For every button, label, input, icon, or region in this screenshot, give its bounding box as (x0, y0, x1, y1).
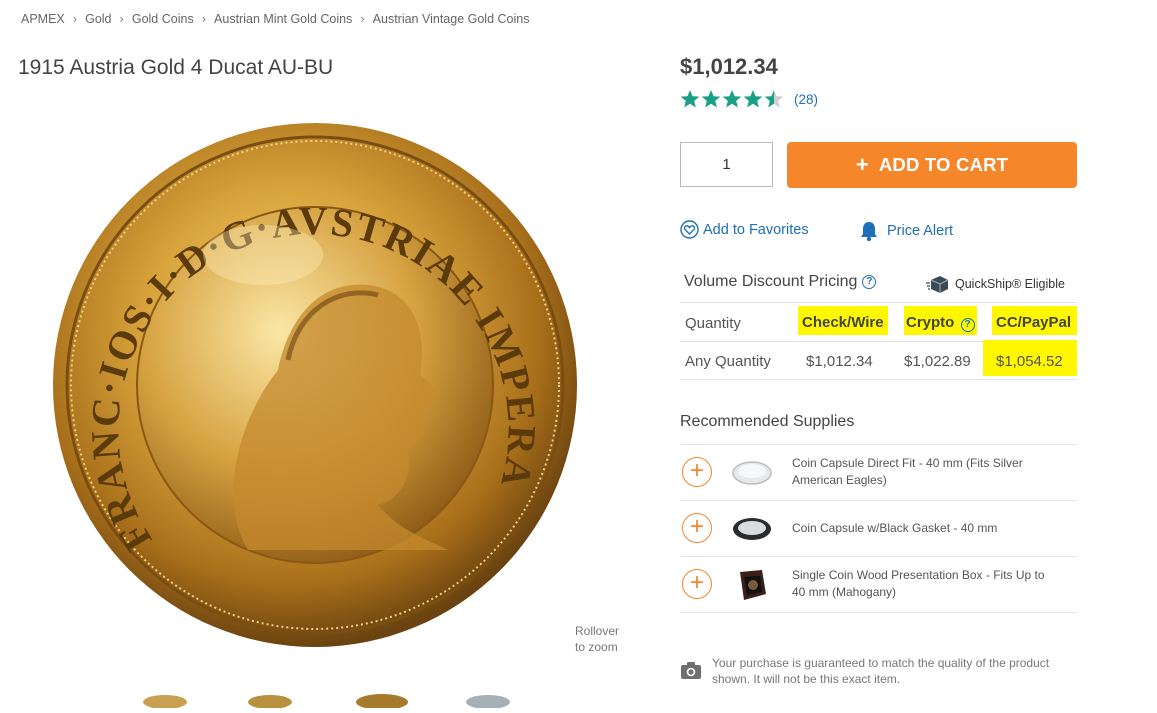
wood-box-thumbnail (740, 570, 766, 600)
help-icon[interactable]: ? (862, 275, 877, 289)
product-image[interactable]: FRANC·IOS·I·D·G·AVSTRIAE IMPERATOR (31, 84, 583, 655)
price-alert-link[interactable]: Price Alert (859, 220, 953, 242)
star-rating-icon (680, 90, 784, 108)
black-gasket-capsule-thumbnail (733, 518, 771, 540)
supply-name[interactable]: Coin Capsule Direct Fit - 40 mm (Fits Si… (792, 455, 1052, 489)
row-any-quantity: Any Quantity (685, 353, 771, 370)
thumbnail-strip[interactable] (120, 688, 540, 710)
chevron-right-icon: › (360, 11, 365, 26)
quickship-box-icon (926, 276, 949, 293)
supply-item: + Coin Capsule w/Black Gasket - 40 mm (680, 501, 1077, 556)
coin-capsule-thumbnail (732, 461, 772, 485)
breadcrumb-apmex[interactable]: APMEX (21, 12, 65, 26)
col-header-check-wire: Check/Wire (795, 306, 891, 337)
supply-item: + Coin Capsule Direct Fit - 40 mm (Fits … (680, 445, 1077, 500)
quantity-input[interactable]: 1 (680, 142, 773, 187)
guarantee-text: Your purchase is guaranteed to match the… (712, 656, 1050, 686)
product-title: 1915 Austria Gold 4 Ducat AU-BU (18, 56, 334, 79)
review-count-link[interactable]: (28) (794, 92, 818, 107)
breadcrumb-gold[interactable]: Gold (85, 12, 111, 26)
chevron-right-icon: › (201, 11, 207, 26)
rating[interactable]: (28) (680, 88, 818, 110)
breadcrumb-gold-coins[interactable]: Gold Coins (132, 12, 194, 26)
product-price: $1,012.34 (680, 54, 778, 79)
breadcrumb-austrian-vintage[interactable]: Austrian Vintage Gold Coins (373, 12, 530, 26)
col-header-cc-paypal: CC/PayPal (990, 306, 1079, 337)
col-header-crypto: Crypto ? (902, 306, 979, 338)
add-supply-button[interactable]: + (682, 569, 712, 599)
add-to-cart-label: ADD TO CART (878, 154, 1009, 175)
col-header-quantity: Quantity (685, 315, 741, 332)
supply-name[interactable]: Coin Capsule w/Black Gasket - 40 mm (792, 520, 1052, 537)
add-to-favorites-link[interactable]: Add to Favorites (680, 220, 809, 239)
chevron-right-icon: › (119, 11, 124, 26)
price-crypto: $1,022.89 (904, 353, 971, 370)
bell-icon (861, 222, 877, 242)
zoom-note: Rollover to zoom (575, 624, 620, 654)
price-cc-paypal: $1,054.52 (983, 340, 1077, 376)
help-icon[interactable]: ? (960, 318, 975, 332)
supply-name[interactable]: Single Coin Wood Presentation Box - Fits… (792, 567, 1052, 601)
divider (680, 612, 1077, 613)
price-alert-label: Price Alert (887, 223, 954, 239)
add-to-cart-button[interactable]: + ADD TO CART (787, 142, 1077, 188)
volume-pricing-title: Volume Discount Pricing ? (684, 273, 877, 291)
price-check-wire: $1,012.34 (806, 353, 873, 370)
add-supply-button[interactable]: + (682, 457, 712, 487)
add-supply-button[interactable]: + (682, 513, 712, 543)
recommended-supplies-title: Recommended Supplies (680, 413, 855, 430)
heart-icon (680, 220, 699, 239)
divider (680, 302, 1077, 303)
supply-item: + Single Coin Wood Presentation Box - Fi… (680, 557, 1077, 612)
breadcrumb-austrian-mint[interactable]: Austrian Mint Gold Coins (214, 12, 352, 26)
chevron-right-icon: › (72, 11, 78, 26)
camera-icon (681, 662, 701, 679)
plus-icon: + (855, 152, 869, 177)
divider (680, 379, 1077, 380)
quickship-badge: QuickShip® Eligible (926, 274, 1065, 294)
add-to-favorites-label: Add to Favorites (703, 221, 809, 238)
quality-guarantee: Your purchase is guaranteed to match the… (680, 655, 1052, 687)
breadcrumb: APMEX › Gold › Gold Coins › Austrian Min… (21, 11, 529, 26)
